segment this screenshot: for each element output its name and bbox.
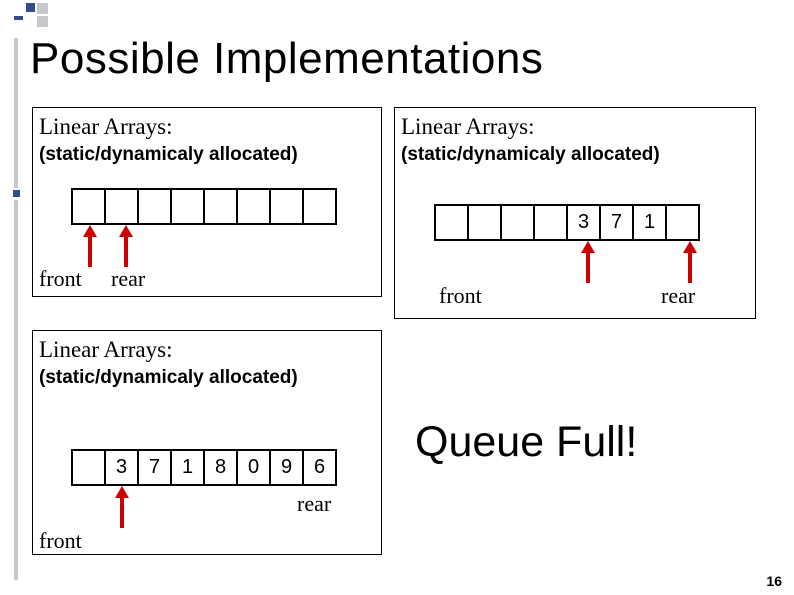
array-cell [106,190,139,223]
array-cell [139,190,172,223]
front-arrow-icon [115,486,129,498]
front-label: front [39,528,82,554]
array-cell: 7 [139,451,172,484]
array-cell [205,190,238,223]
panel-subheading: (static/dynamicaly allocated) [33,142,381,166]
array-cell [73,190,106,223]
panel-subheading: (static/dynamicaly allocated) [33,365,381,389]
rear-label: rear [297,491,331,517]
decoration-side [0,38,22,578]
decoration-top [0,0,60,36]
panel-subheading: (static/dynamicaly allocated) [395,142,755,166]
array-cell [73,451,106,484]
queue-full-text: Queue Full! [415,418,637,467]
array-cell [469,206,502,239]
array-cell [667,206,700,239]
array-cell: 8 [205,451,238,484]
panel-heading: Linear Arrays: [395,108,755,142]
front-label: front [39,266,82,292]
panel-heading: Linear Arrays: [33,331,381,365]
array-cell: 6 [304,451,337,484]
array-cell [502,206,535,239]
array-cell [436,206,469,239]
slide-number: 16 [766,573,782,589]
array-cell [172,190,205,223]
array-cell: 0 [238,451,271,484]
front-label: front [439,283,482,309]
array-cell: 3 [106,451,139,484]
array-cell [271,190,304,223]
rear-label: rear [111,266,145,292]
panel-heading: Linear Arrays: [33,108,381,142]
panel-empty-queue: Linear Arrays: (static/dynamicaly alloca… [32,107,382,297]
front-arrow-icon [83,225,97,237]
rear-arrow-icon [119,225,133,237]
panel-full-queue: Linear Arrays: (static/dynamicaly alloca… [32,330,382,555]
array-cell [238,190,271,223]
front-arrow-icon [581,241,595,253]
array-cell: 9 [271,451,304,484]
array-cell [304,190,337,223]
array-cell: 1 [634,206,667,239]
array-cell: 1 [172,451,205,484]
rear-label: rear [661,283,695,309]
array-cell: 3 [568,206,601,239]
array-cell: 7 [601,206,634,239]
slide-title: Possible Implementations [30,34,543,84]
panel-partial-queue: Linear Arrays: (static/dynamicaly alloca… [394,107,756,319]
array-cell [535,206,568,239]
rear-arrow-icon [683,241,697,253]
